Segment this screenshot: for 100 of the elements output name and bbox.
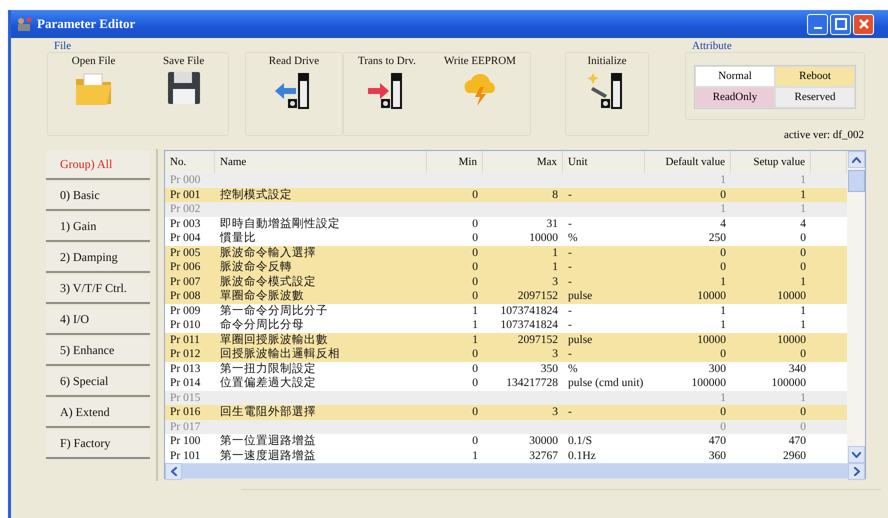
table-cell-text: 1 [799, 318, 807, 332]
folder-icon [74, 71, 114, 107]
group-tab[interactable]: 4) I/O [46, 306, 150, 335]
table-cell-text: Pr 011 [169, 332, 201, 347]
table-cell-text: 0 [719, 405, 727, 420]
table-row[interactable]: Pr 005 脈波命令輸入選擇 0 1 - 0 0 [165, 246, 847, 260]
toolbar-button[interactable]: Read Drive [264, 53, 324, 135]
table-cell-text: 4 [799, 216, 807, 231]
table-cell-text: Pr 014 [169, 376, 202, 390]
table-cell-text: - [567, 318, 573, 332]
table-row[interactable]: Pr 008 單圈命令脈波數 0 2097152 pulse 10000 10000 [165, 289, 847, 304]
scroll-right-button[interactable] [848, 462, 865, 480]
table-cell-text: Pr 010 [169, 318, 202, 332]
table-cell-text: - [567, 260, 573, 274]
horizontal-scrollbar[interactable] [165, 463, 865, 479]
table-cell-text: 3 [551, 405, 559, 420]
chevron-right-icon [854, 466, 860, 476]
table-row[interactable]: Pr 016 回生電阻外部選擇 0 3 - 0 0 [165, 405, 847, 420]
table-cell-text: 1073741824 [500, 304, 559, 318]
attribute-legend-item: Reserved [775, 87, 855, 108]
table-cell-text: 10000 [776, 332, 807, 347]
table-cell-text: 第一速度迴路增益 [219, 448, 317, 463]
table-cell-text: 1 [471, 304, 479, 318]
table-cell-text: 0 [471, 188, 479, 202]
vertical-scrollbar[interactable] [847, 151, 865, 463]
table-cell-text: 470 [788, 434, 807, 448]
scroll-left-button[interactable] [165, 462, 182, 480]
table-cell-text: 0 [471, 434, 479, 448]
table-cell-text: 134217728 [505, 376, 559, 390]
toolbar-button[interactable]: Save File [158, 53, 208, 135]
table-cell-text: Pr 004 [169, 231, 202, 246]
close-icon [858, 18, 870, 30]
table-cell-text: - [567, 347, 573, 362]
table-cell-text: 0 [719, 246, 727, 260]
group-tab[interactable]: A) Extend [46, 399, 150, 428]
table-cell-text: 0 [471, 260, 479, 274]
scroll-down-button[interactable] [848, 446, 864, 463]
close-button[interactable] [853, 14, 874, 34]
group-tab[interactable]: 2) Damping [46, 244, 150, 273]
table-cell-text: 1 [719, 274, 727, 289]
table-cell-text: Pr 016 [169, 405, 202, 420]
table-cell-text: pulse (cmd unit) [567, 376, 644, 390]
group-tab[interactable]: 0) Basic [46, 182, 150, 211]
table-cell-text: 30000 [528, 434, 559, 448]
table-row[interactable]: Pr 011 單圈回授脈波輸出數 1 2097152 pulse 10000 10000 [165, 332, 847, 347]
toolbar-button[interactable]: Trans to Drv. [354, 53, 420, 135]
table-cell-text: 300 [708, 362, 727, 376]
toolbar-button[interactable]: Write EEPROM [440, 53, 520, 135]
maximize-button[interactable] [830, 14, 851, 34]
table-cell-text: 脈波命令反轉 [219, 260, 293, 274]
table-cell-text: 0 [471, 405, 479, 420]
table-cell-text: 1 [799, 173, 807, 188]
group-tab[interactable]: 5) Enhance [46, 337, 150, 366]
table-cell-text: - [567, 246, 573, 260]
table-cell-text: 0 [471, 246, 479, 260]
table-row[interactable]: Pr 007 脈波命令模式設定 0 3 - 1 1 [165, 274, 847, 289]
table-cell-text: 0 [471, 362, 479, 376]
table-cell-text: 第一位置迴路增益 [219, 434, 317, 448]
table-cell-text: 340 [788, 362, 807, 376]
scroll-up-button[interactable] [848, 151, 864, 168]
table-cell-text: 0 [799, 246, 807, 260]
table-cell-text: 1 [471, 318, 479, 332]
table-cell-text: 位置偏差過大設定 [219, 376, 317, 390]
table-cell-text: Pr 002 [169, 202, 202, 216]
table-cell-text: 8 [551, 188, 559, 202]
group-title: File [54, 40, 72, 52]
group-tab[interactable]: F) Factory [46, 430, 150, 459]
minimize-button[interactable] [807, 14, 828, 34]
group-tab[interactable]: 3) V/T/F Ctrl. [46, 275, 150, 304]
attribute-legend-item: Reboot [775, 66, 855, 87]
table-row[interactable]: Pr 006 脈波命令反轉 0 1 - 0 0 [165, 260, 847, 274]
table-cell-text: Pr 012 [169, 347, 202, 362]
table-cell-text: 1 [799, 188, 807, 202]
table-cell-text: 0 [719, 260, 727, 274]
table-cell-text: Pr 017 [169, 420, 202, 434]
table-cell-text: % [567, 231, 579, 246]
table-cell-text: 0 [471, 289, 479, 304]
table-row[interactable]: Pr 012 回授脈波輸出邏輯反相 0 3 - 0 0 [165, 347, 847, 362]
toolbar-button[interactable]: Initialize [583, 53, 631, 135]
table-cell-text: Pr 013 [169, 362, 202, 376]
minimize-icon [814, 27, 822, 29]
table-cell-text: 控制模式設定 [219, 188, 293, 202]
toolbar-button[interactable]: Open File [68, 53, 120, 135]
table-cell-text: 470 [708, 434, 727, 448]
window-title: Parameter Editor [37, 16, 136, 32]
scrollbar-thumb[interactable] [848, 170, 864, 192]
group-tab[interactable]: Group) All [46, 151, 150, 180]
table-cell-text: 單圈回授脈波輸出數 [219, 332, 329, 347]
table-cell-text: - [567, 216, 573, 231]
table-cell-text: 命令分周比分母 [219, 318, 305, 332]
table-cell-text: 1 [719, 173, 727, 188]
table-row[interactable]: Pr 001 控制模式設定 0 8 - 0 1 [165, 188, 847, 202]
table-cell-text: 第一命令分周比分子 [219, 304, 329, 318]
table-cell-text: 0 [799, 405, 807, 420]
table-cell-text: 1 [799, 304, 807, 318]
table-cell-text: - [567, 304, 573, 318]
table-cell-text: 1 [719, 304, 727, 318]
table-cell-text: 350 [540, 362, 559, 376]
group-tab[interactable]: 6) Special [46, 368, 150, 397]
group-tab[interactable]: 1) Gain [46, 213, 150, 242]
